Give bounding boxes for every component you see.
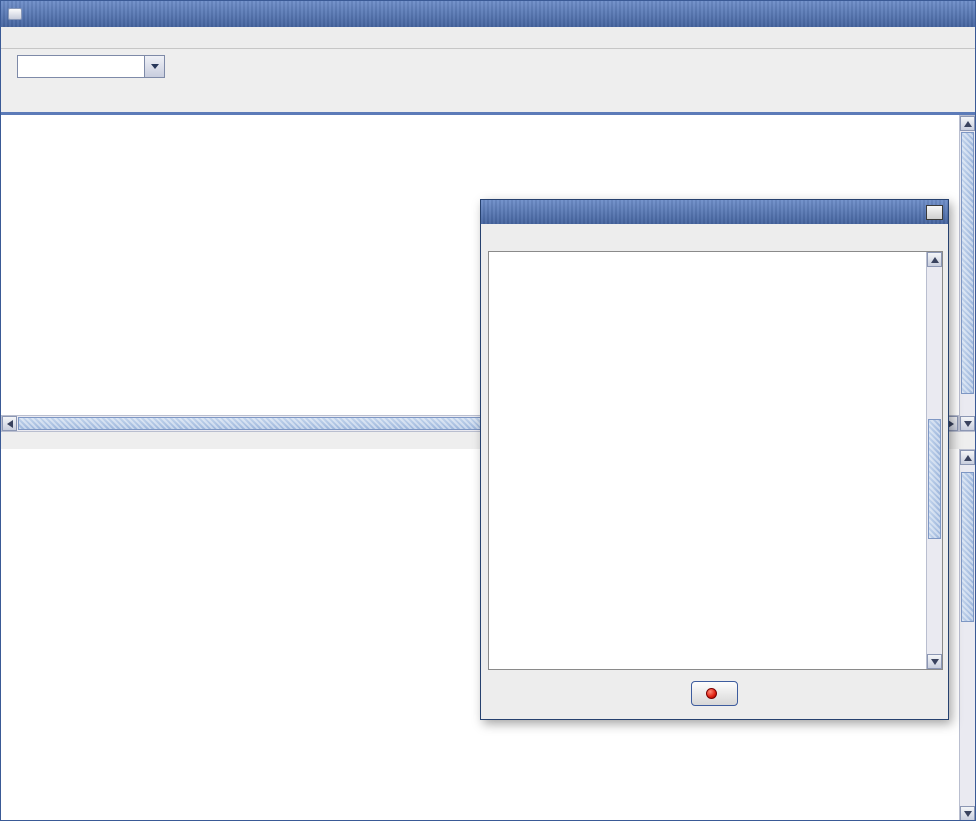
close-button[interactable] xyxy=(691,681,738,706)
dataset-combobox[interactable] xyxy=(17,54,165,78)
triangle-up-icon xyxy=(963,120,972,127)
scroll-down-button[interactable] xyxy=(927,654,942,669)
scroll-up-button[interactable] xyxy=(927,252,942,267)
scroll-left-button[interactable] xyxy=(2,416,17,431)
triangle-up-icon xyxy=(963,454,972,461)
dialog-close-button[interactable] xyxy=(926,204,943,220)
scroll-up-button[interactable] xyxy=(960,450,975,465)
region-resource-history-dialog xyxy=(480,199,949,720)
lower-v-scrollbar-thumb[interactable] xyxy=(961,472,974,622)
scroll-down-button[interactable] xyxy=(960,806,975,820)
window-titlebar[interactable] xyxy=(1,1,975,27)
app-icon xyxy=(8,8,22,20)
triangle-left-icon xyxy=(6,419,13,428)
history-table-viewport xyxy=(488,251,943,670)
scroll-down-button[interactable] xyxy=(960,416,975,431)
dataset-toolbar xyxy=(1,49,975,83)
lower-v-scrollbar[interactable] xyxy=(959,449,975,820)
red-circle-icon xyxy=(706,688,717,699)
region-name-line xyxy=(490,232,948,246)
dialog-button-row xyxy=(481,681,948,706)
triangle-up-icon xyxy=(930,256,939,263)
tab-bar xyxy=(1,83,975,115)
app-window xyxy=(0,0,976,821)
triangle-down-icon xyxy=(963,420,972,427)
history-scrollbar[interactable] xyxy=(926,252,942,669)
triangle-down-icon xyxy=(963,810,972,817)
dialog-titlebar[interactable] xyxy=(481,200,948,224)
main-v-scrollbar-thumb[interactable] xyxy=(961,132,974,394)
menu-bar xyxy=(1,27,975,49)
main-v-scrollbar[interactable] xyxy=(959,115,975,432)
triangle-down-icon xyxy=(930,658,939,665)
scroll-up-button[interactable] xyxy=(960,116,975,131)
combo-arrow-button[interactable] xyxy=(144,55,164,77)
history-scrollbar-thumb[interactable] xyxy=(928,419,941,539)
chevron-down-icon xyxy=(150,63,159,69)
